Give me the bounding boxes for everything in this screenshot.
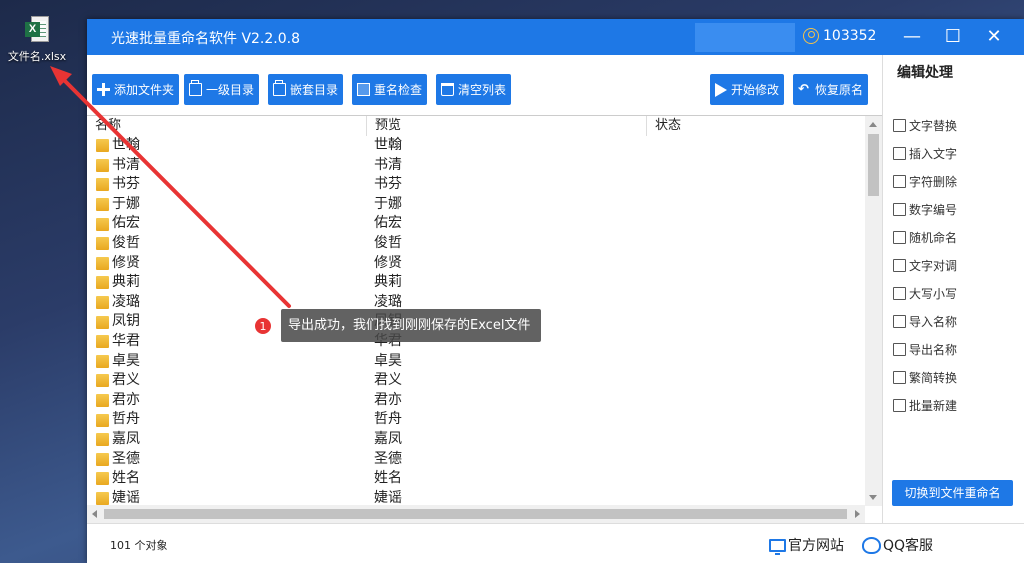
annotation-tooltip: 导出成功，我们找到刚刚保存的Excel文件 bbox=[281, 309, 542, 342]
annotation-number: 1 bbox=[254, 317, 272, 335]
annotation-arrow bbox=[50, 66, 291, 308]
